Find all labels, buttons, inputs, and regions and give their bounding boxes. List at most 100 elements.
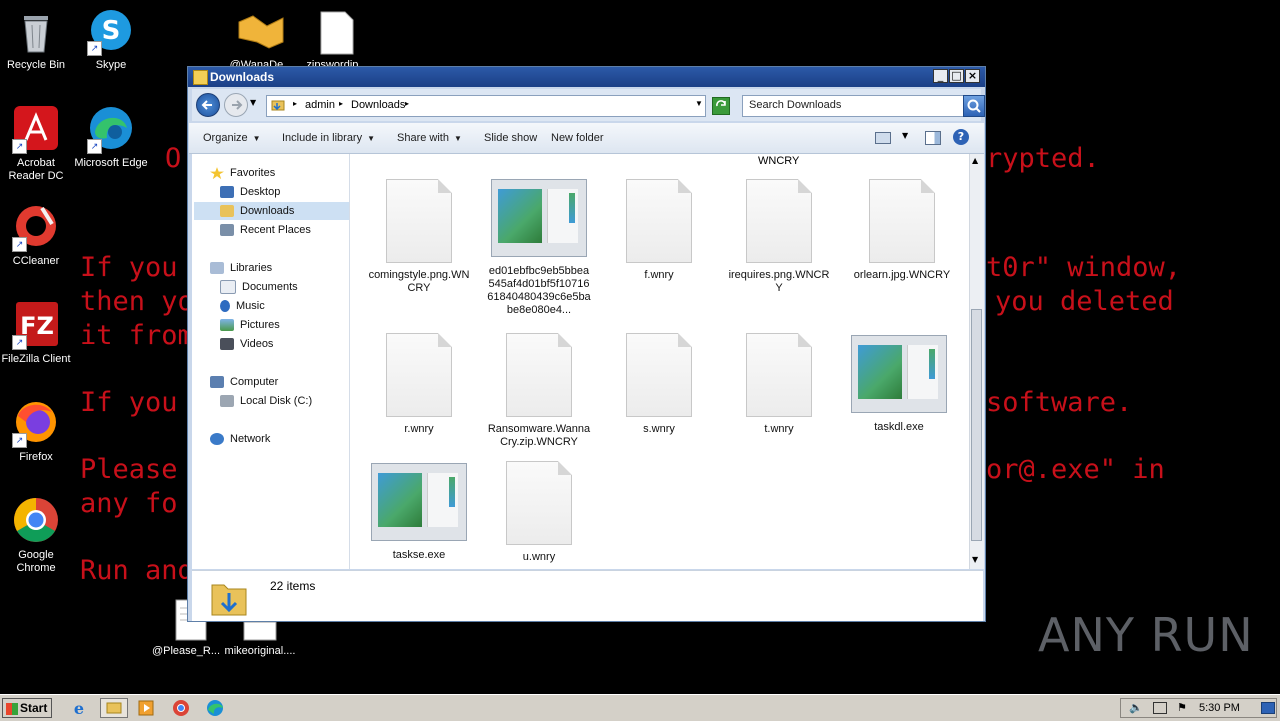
edge-taskbar-icon[interactable] bbox=[204, 698, 226, 718]
file-item[interactable]: orlearn.jpg.WNCRY bbox=[847, 179, 957, 282]
scroll-up-icon[interactable]: ▲ bbox=[972, 156, 978, 165]
anyrun-watermark: ANY RUN bbox=[1038, 608, 1254, 662]
new-folder-button[interactable]: New folder bbox=[551, 132, 604, 144]
view-options-icon[interactable] bbox=[875, 132, 891, 144]
nav-recent-places[interactable]: Recent Places bbox=[220, 221, 311, 239]
ie-taskbar-icon[interactable]: e bbox=[68, 698, 90, 718]
desktop-icon-label: mikeoriginal.... bbox=[224, 645, 296, 657]
scrollbar-thumb[interactable] bbox=[971, 309, 982, 541]
recent-pages-chevron-icon[interactable]: ▼ bbox=[250, 98, 256, 107]
wallpaper-text-encrypted-right: rypted. bbox=[986, 143, 1100, 174]
speaker-icon[interactable]: 🔈 bbox=[1129, 701, 1143, 714]
desktop-icon-firefox[interactable]: ↗ Firefox bbox=[0, 400, 74, 464]
nav-libraries[interactable]: Libraries bbox=[210, 259, 272, 277]
downloads-folder-icon bbox=[220, 205, 234, 218]
nav-documents[interactable]: Documents bbox=[220, 278, 298, 296]
filezilla-icon: FZ ↗ bbox=[12, 302, 60, 350]
wallpaper-text-then-right: you deleted bbox=[995, 286, 1174, 317]
desktop-icon-filezilla[interactable]: FZ ↗ FileZilla Client bbox=[0, 302, 74, 366]
document-icon bbox=[626, 333, 692, 417]
taskbar: Start e 🔈 ⚑ 5:30 PM bbox=[0, 694, 1280, 721]
search-input[interactable]: Search Downloads bbox=[742, 95, 964, 117]
help-icon[interactable]: ? bbox=[953, 129, 969, 145]
desktop-icon-edge[interactable]: ↗ Microsoft Edge bbox=[73, 106, 149, 170]
wallpaper-text-if1-right: t0r" window, bbox=[986, 252, 1182, 283]
firefox-icon: ↗ bbox=[12, 400, 60, 448]
file-item[interactable]: taskse.exe bbox=[367, 463, 471, 562]
explorer-taskbar-icon[interactable] bbox=[100, 698, 128, 718]
file-item[interactable]: u.wnry bbox=[487, 461, 591, 564]
nav-computer[interactable]: Computer bbox=[210, 373, 278, 391]
search-button[interactable] bbox=[963, 95, 985, 117]
star-icon bbox=[210, 167, 224, 180]
file-item[interactable]: f.wnry bbox=[607, 179, 711, 282]
document-icon bbox=[386, 333, 452, 417]
media-player-taskbar-icon[interactable] bbox=[136, 698, 158, 718]
slide-show-button[interactable]: Slide show bbox=[484, 132, 537, 144]
nav-pictures[interactable]: Pictures bbox=[220, 316, 280, 334]
show-desktop-icon[interactable] bbox=[1261, 702, 1275, 714]
nav-videos[interactable]: Videos bbox=[220, 335, 273, 353]
file-item[interactable]: s.wnry bbox=[607, 333, 711, 436]
file-item[interactable]: taskdl.exe bbox=[847, 335, 951, 434]
blank-file-icon bbox=[313, 8, 361, 56]
preview-pane-icon[interactable] bbox=[925, 131, 941, 145]
skype-icon: S ↗ bbox=[87, 8, 135, 56]
file-item[interactable]: irequires.png.WNCRY bbox=[727, 179, 831, 295]
desktop-icon-acrobat[interactable]: ↗ Acrobat Reader DC bbox=[0, 106, 74, 183]
nav-favorites[interactable]: Favorites bbox=[210, 164, 275, 182]
breadcrumb-admin[interactable]: admin bbox=[305, 99, 335, 111]
edge-icon: ↗ bbox=[87, 106, 135, 154]
wallpaper-text-it-left: it from bbox=[80, 320, 194, 351]
desktop-icon-wanadecryptor[interactable]: @WanaDe... bbox=[223, 8, 299, 68]
refresh-button[interactable] bbox=[712, 97, 730, 115]
file-item[interactable]: r.wnry bbox=[367, 333, 471, 436]
document-icon bbox=[386, 179, 452, 263]
title-bar[interactable]: Downloads _ □ × bbox=[188, 67, 985, 87]
file-item[interactable]: ed01ebfbc9eb5bbea545af4d01bf5f1071661840… bbox=[487, 179, 591, 317]
document-icon bbox=[506, 461, 572, 545]
breadcrumb-downloads[interactable]: Downloads bbox=[351, 99, 405, 111]
file-item[interactable]: Ransomware.WannaCry.zip.WNCRY bbox=[487, 333, 591, 449]
nav-network[interactable]: Network bbox=[210, 430, 270, 448]
nav-downloads[interactable]: Downloads bbox=[194, 202, 349, 220]
window-title: Downloads bbox=[210, 70, 275, 84]
desktop-icon-recycle-bin[interactable]: Recycle Bin bbox=[0, 8, 74, 72]
organize-menu[interactable]: Organize ▼ bbox=[203, 132, 261, 144]
file-item[interactable]: comingstyle.png.WNCRY bbox=[367, 179, 471, 295]
address-field[interactable]: ▸ admin ▸ Downloads ▸ ▼ bbox=[266, 95, 706, 117]
minimize-button[interactable]: _ bbox=[933, 69, 948, 83]
music-icon bbox=[220, 300, 230, 313]
back-button[interactable] bbox=[196, 93, 220, 117]
nav-desktop[interactable]: Desktop bbox=[220, 183, 280, 201]
desktop-icon-skype[interactable]: S ↗ Skype bbox=[73, 8, 149, 72]
chrome-icon bbox=[12, 498, 60, 546]
chrome-taskbar-icon[interactable] bbox=[170, 698, 192, 718]
flag-icon[interactable]: ⚑ bbox=[1177, 701, 1187, 714]
desktop-icon bbox=[220, 186, 234, 199]
desktop-icon-zipswordip[interactable]: zipswordip... bbox=[299, 8, 375, 68]
share-with-menu[interactable]: Share with ▼ bbox=[397, 132, 462, 144]
file-item[interactable]: t.wnry bbox=[727, 333, 831, 436]
desktop-icon-label: Acrobat Reader DC bbox=[8, 157, 64, 182]
nav-local-disk[interactable]: Local Disk (C:) bbox=[220, 392, 312, 410]
document-icon bbox=[869, 179, 935, 263]
network-tray-icon[interactable] bbox=[1153, 702, 1167, 714]
close-button[interactable]: × bbox=[965, 69, 980, 83]
address-dropdown-icon[interactable]: ▼ bbox=[695, 99, 703, 108]
scroll-down-icon[interactable]: ▼ bbox=[972, 555, 978, 564]
maximize-button[interactable]: □ bbox=[949, 69, 964, 83]
view-dropdown-icon[interactable]: ▼ bbox=[902, 131, 908, 140]
include-in-library-menu[interactable]: Include in library ▼ bbox=[282, 132, 375, 144]
desktop-icon-ccleaner[interactable]: ↗ CCleaner bbox=[0, 204, 74, 268]
vertical-scrollbar[interactable]: ▲ ▼ bbox=[969, 154, 984, 569]
start-button[interactable]: Start bbox=[2, 698, 52, 718]
desktop-icon-chrome[interactable]: Google Chrome bbox=[0, 498, 74, 575]
nav-music[interactable]: Music bbox=[220, 297, 265, 315]
clock[interactable]: 5:30 PM bbox=[1199, 702, 1240, 714]
downloads-folder-icon bbox=[210, 577, 250, 620]
desktop-icon-label: Skype bbox=[95, 59, 127, 71]
address-bar-row: ▼ ▸ admin ▸ Downloads ▸ ▼ Search Downloa… bbox=[192, 89, 985, 121]
forward-button[interactable] bbox=[224, 93, 248, 117]
details-pane: 22 items bbox=[192, 570, 983, 621]
